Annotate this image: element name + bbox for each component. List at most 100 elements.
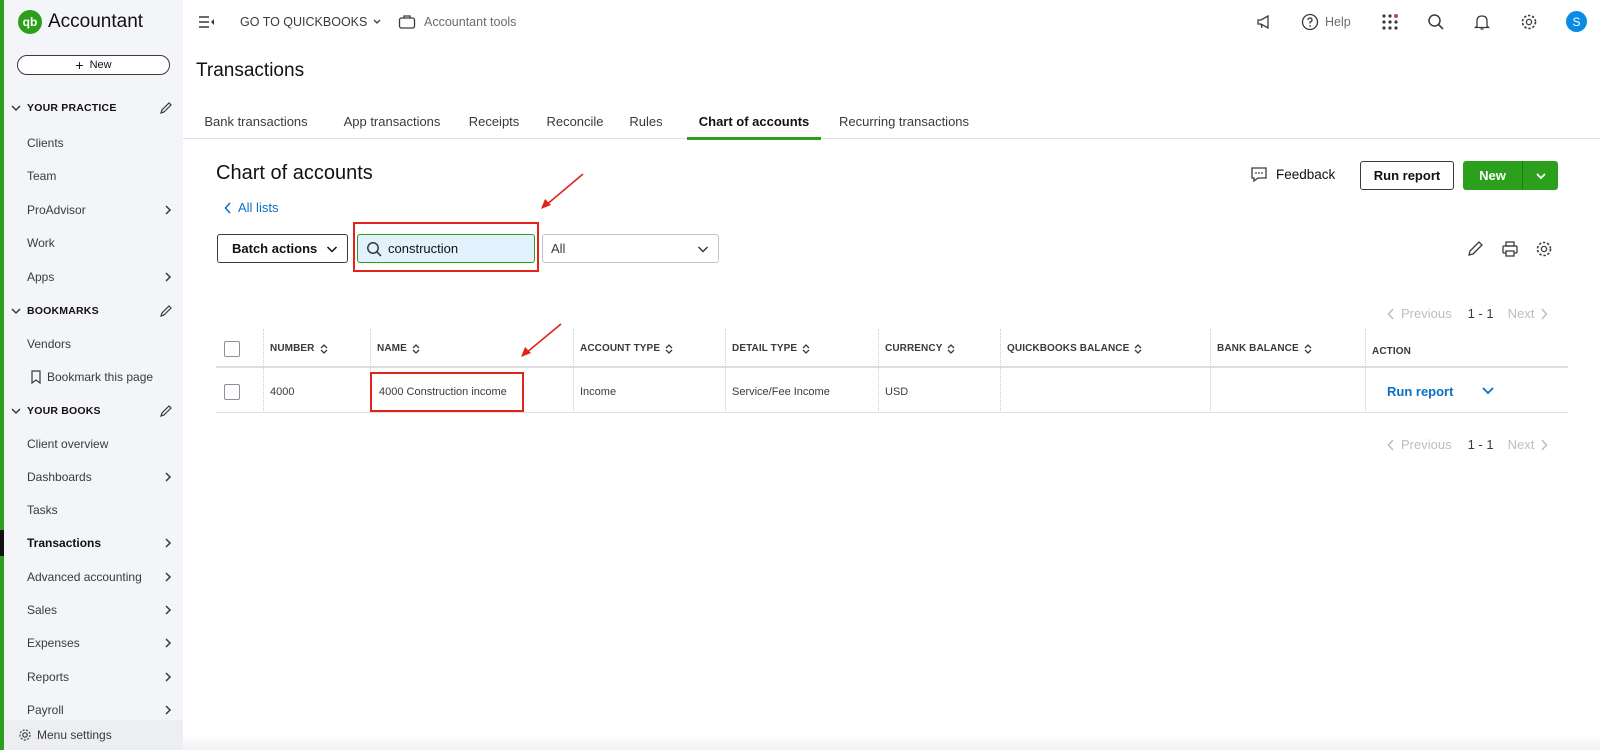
new-account-dropdown-button[interactable] <box>1523 161 1558 190</box>
go-to-quickbooks-dropdown[interactable]: GO TO QUICKBOOKS <box>240 0 382 44</box>
sidebar-item-team[interactable]: Team <box>4 163 183 189</box>
next-page-button[interactable]: Next <box>1508 437 1549 452</box>
chevron-right-icon <box>165 638 172 648</box>
sidebar-item-tasks[interactable]: Tasks <box>4 497 183 523</box>
sidebar-item-advanced-accounting[interactable]: Advanced accounting <box>4 564 183 590</box>
announcements-button[interactable] <box>1253 11 1275 33</box>
sort-icon <box>320 343 327 354</box>
menu-settings-button[interactable]: Menu settings <box>4 720 183 750</box>
account-type-filter-select[interactable]: All <box>542 234 719 263</box>
app-window: qb Accountant + New YOUR PRACTICE Client… <box>0 0 1600 750</box>
sidebar-item-sales[interactable]: Sales <box>4 597 183 623</box>
sidebar-item-transactions[interactable]: Transactions <box>0 530 183 556</box>
sidebar-item-proadvisor[interactable]: ProAdvisor <box>4 197 183 223</box>
pencil-icon <box>1468 241 1483 256</box>
column-header-label: QUICKBOOKS BALANCE <box>1007 343 1130 354</box>
help-button[interactable]: Help <box>1301 0 1351 44</box>
table-settings-button[interactable] <box>1534 239 1554 259</box>
notifications-button[interactable] <box>1471 11 1493 33</box>
column-header-account-type[interactable]: ACCOUNT TYPE <box>580 329 673 368</box>
quickbooks-logo-icon: qb <box>18 10 42 34</box>
chevron-right-icon <box>165 472 172 482</box>
print-button[interactable] <box>1500 239 1520 259</box>
sidebar-item-reports[interactable]: Reports <box>4 664 183 690</box>
previous-page-button[interactable]: Previous <box>1387 306 1452 321</box>
user-avatar[interactable]: S <box>1566 11 1587 32</box>
edit-pencil-icon[interactable] <box>159 304 173 318</box>
chevron-down-icon <box>373 19 381 24</box>
column-header-bank-balance[interactable]: BANK BALANCE <box>1217 329 1312 368</box>
run-report-button[interactable]: Run report <box>1360 161 1454 190</box>
column-header-quickbooks-balance[interactable]: QUICKBOOKS BALANCE <box>1007 329 1142 368</box>
sort-icon <box>948 343 955 354</box>
search-icon <box>367 242 382 257</box>
previous-page-button[interactable]: Previous <box>1387 437 1452 452</box>
transactions-tabs: Bank transactions App transactions Recei… <box>183 104 1600 140</box>
search-input[interactable]: construction <box>357 234 535 263</box>
sidebar-item-work[interactable]: Work <box>4 230 183 256</box>
sidebar-item-label: Clients <box>27 136 64 150</box>
sort-icon <box>412 343 420 354</box>
search-button[interactable] <box>1425 11 1447 33</box>
brand-logo[interactable]: qb Accountant <box>18 10 143 34</box>
batch-actions-label: Batch actions <box>232 241 318 256</box>
tab-recurring-transactions[interactable]: Recurring transactions <box>834 104 974 139</box>
select-all-checkbox[interactable] <box>224 340 240 357</box>
all-lists-link[interactable]: All lists <box>224 200 278 215</box>
column-header-label: NUMBER <box>270 343 315 354</box>
apps-grid-button[interactable] <box>1379 11 1401 33</box>
tab-bank-transactions[interactable]: Bank transactions <box>197 104 315 139</box>
tab-rules[interactable]: Rules <box>628 104 664 139</box>
collapse-menu-button[interactable] <box>198 0 216 44</box>
sidebar-new-button[interactable]: + New <box>17 55 170 75</box>
gear-icon <box>1521 14 1537 30</box>
column-header-currency[interactable]: CURRENCY <box>885 329 955 368</box>
feedback-button[interactable]: Feedback <box>1250 165 1335 183</box>
sidebar-item-bookmark-page[interactable]: Bookmark this page <box>4 364 183 390</box>
column-header-label: DETAIL TYPE <box>732 343 798 354</box>
tab-reconcile[interactable]: Reconcile <box>543 104 607 139</box>
chevron-down-icon[interactable] <box>1481 385 1495 397</box>
next-page-button[interactable]: Next <box>1508 306 1549 321</box>
cell-detail-type: Service/Fee Income <box>732 385 830 398</box>
sort-icon <box>802 343 810 354</box>
column-header-name[interactable]: NAME <box>377 329 420 368</box>
tab-chart-of-accounts[interactable]: Chart of accounts <box>687 104 821 140</box>
search-icon <box>1428 14 1444 30</box>
column-header-detail-type[interactable]: DETAIL TYPE <box>732 329 810 368</box>
new-account-button[interactable]: New <box>1463 161 1522 190</box>
sidebar-item-label: Bookmark this page <box>47 370 154 384</box>
sidebar-item-expenses[interactable]: Expenses <box>4 630 183 656</box>
chevron-right-icon <box>165 572 172 582</box>
chevron-right-icon <box>1541 307 1548 320</box>
section-your-practice[interactable]: YOUR PRACTICE <box>4 97 183 119</box>
edit-pencil-icon[interactable] <box>159 101 173 115</box>
chevron-left-icon <box>1387 307 1394 320</box>
sidebar-item-apps[interactable]: Apps <box>4 264 183 290</box>
settings-button[interactable] <box>1518 11 1540 33</box>
row-run-report-link[interactable]: Run report <box>1387 370 1453 413</box>
section-bookmarks[interactable]: BOOKMARKS <box>4 300 183 322</box>
edit-table-button[interactable] <box>1465 239 1485 259</box>
new-account-split-button: New <box>1463 161 1558 190</box>
section-your-books[interactable]: YOUR BOOKS <box>4 400 183 422</box>
annotation-arrow-search <box>541 173 584 209</box>
gear-icon <box>19 729 31 741</box>
column-header-number[interactable]: NUMBER <box>270 329 328 368</box>
sort-icon <box>1304 343 1312 354</box>
printer-icon <box>1502 241 1518 257</box>
sidebar-item-dashboards[interactable]: Dashboards <box>4 464 183 490</box>
sidebar-item-clients[interactable]: Clients <box>4 130 183 156</box>
batch-actions-dropdown[interactable]: Batch actions <box>217 234 348 263</box>
menu-settings-label: Menu settings <box>37 728 112 742</box>
sidebar-item-label: Apps <box>27 270 55 284</box>
accountant-tools-button[interactable]: Accountant tools <box>398 0 516 44</box>
chevron-down-icon <box>326 246 338 253</box>
tab-app-transactions[interactable]: App transactions <box>340 104 444 139</box>
sidebar-item-vendors[interactable]: Vendors <box>4 331 183 357</box>
edit-pencil-icon[interactable] <box>159 404 173 418</box>
all-lists-label: All lists <box>238 200 279 215</box>
row-checkbox[interactable] <box>224 383 240 400</box>
sidebar-item-client-overview[interactable]: Client overview <box>4 431 183 457</box>
tab-receipts[interactable]: Receipts <box>466 104 522 139</box>
